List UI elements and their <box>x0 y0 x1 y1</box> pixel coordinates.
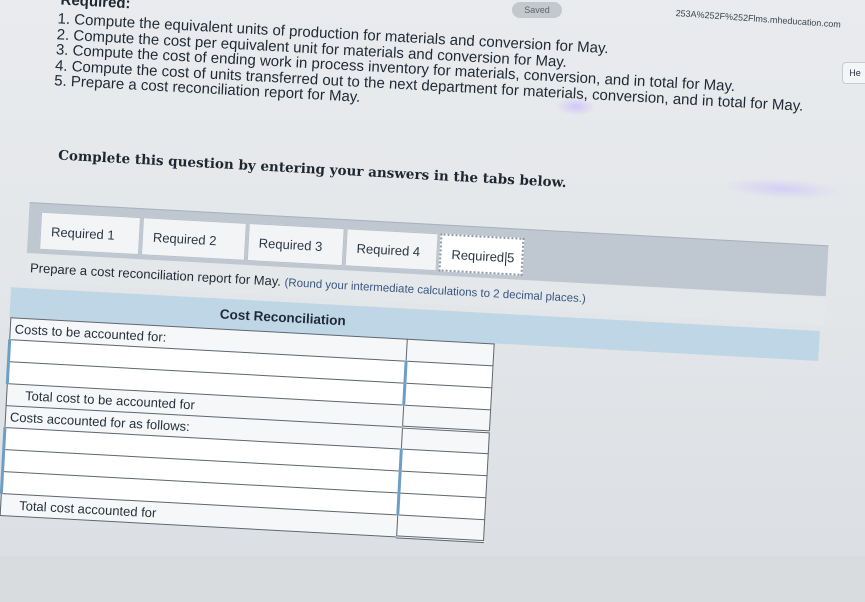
tab-label-number: 5 <box>506 250 515 266</box>
instruction-text: Complete this question by entering your … <box>57 147 567 192</box>
cost-reconciliation-section: Cost Reconciliation Costs to be accounte… <box>0 287 820 600</box>
tab-label: Required <box>451 246 505 265</box>
tab-label: Required 1 <box>50 224 116 243</box>
table-title: Cost Reconciliation <box>219 306 347 329</box>
tab-required-1[interactable]: Required 1 <box>39 211 142 256</box>
tab-label: Required 2 <box>152 229 217 249</box>
tab-required-5[interactable]: Required 5 <box>438 233 525 276</box>
tab-required-2[interactable]: Required 2 <box>140 217 247 261</box>
tab-label: Required 3 <box>258 235 323 254</box>
saved-status-badge: Saved <box>512 2 562 18</box>
cost-reconciliation-table: Costs to be accounted for: Total cost to… <box>0 317 495 543</box>
total-value <box>396 514 485 542</box>
tab-required-4[interactable]: Required 4 <box>344 228 439 272</box>
page-background: Saved 253A%252F%252Flms.mheducation.com … <box>0 0 865 556</box>
assignment-content: Required: 1. Compute the equivalent unit… <box>0 0 864 598</box>
tab-required-3[interactable]: Required 3 <box>246 222 345 267</box>
url-address-text[interactable]: 253A%252F%252Flms.mheducation.com <box>675 8 841 30</box>
rounding-hint: (Round your intermediate calculations to… <box>284 277 587 306</box>
tab-label: Required 4 <box>356 240 421 260</box>
requirements-list: 1. Compute the equivalent units of produ… <box>54 10 806 129</box>
light-glare <box>721 175 842 202</box>
